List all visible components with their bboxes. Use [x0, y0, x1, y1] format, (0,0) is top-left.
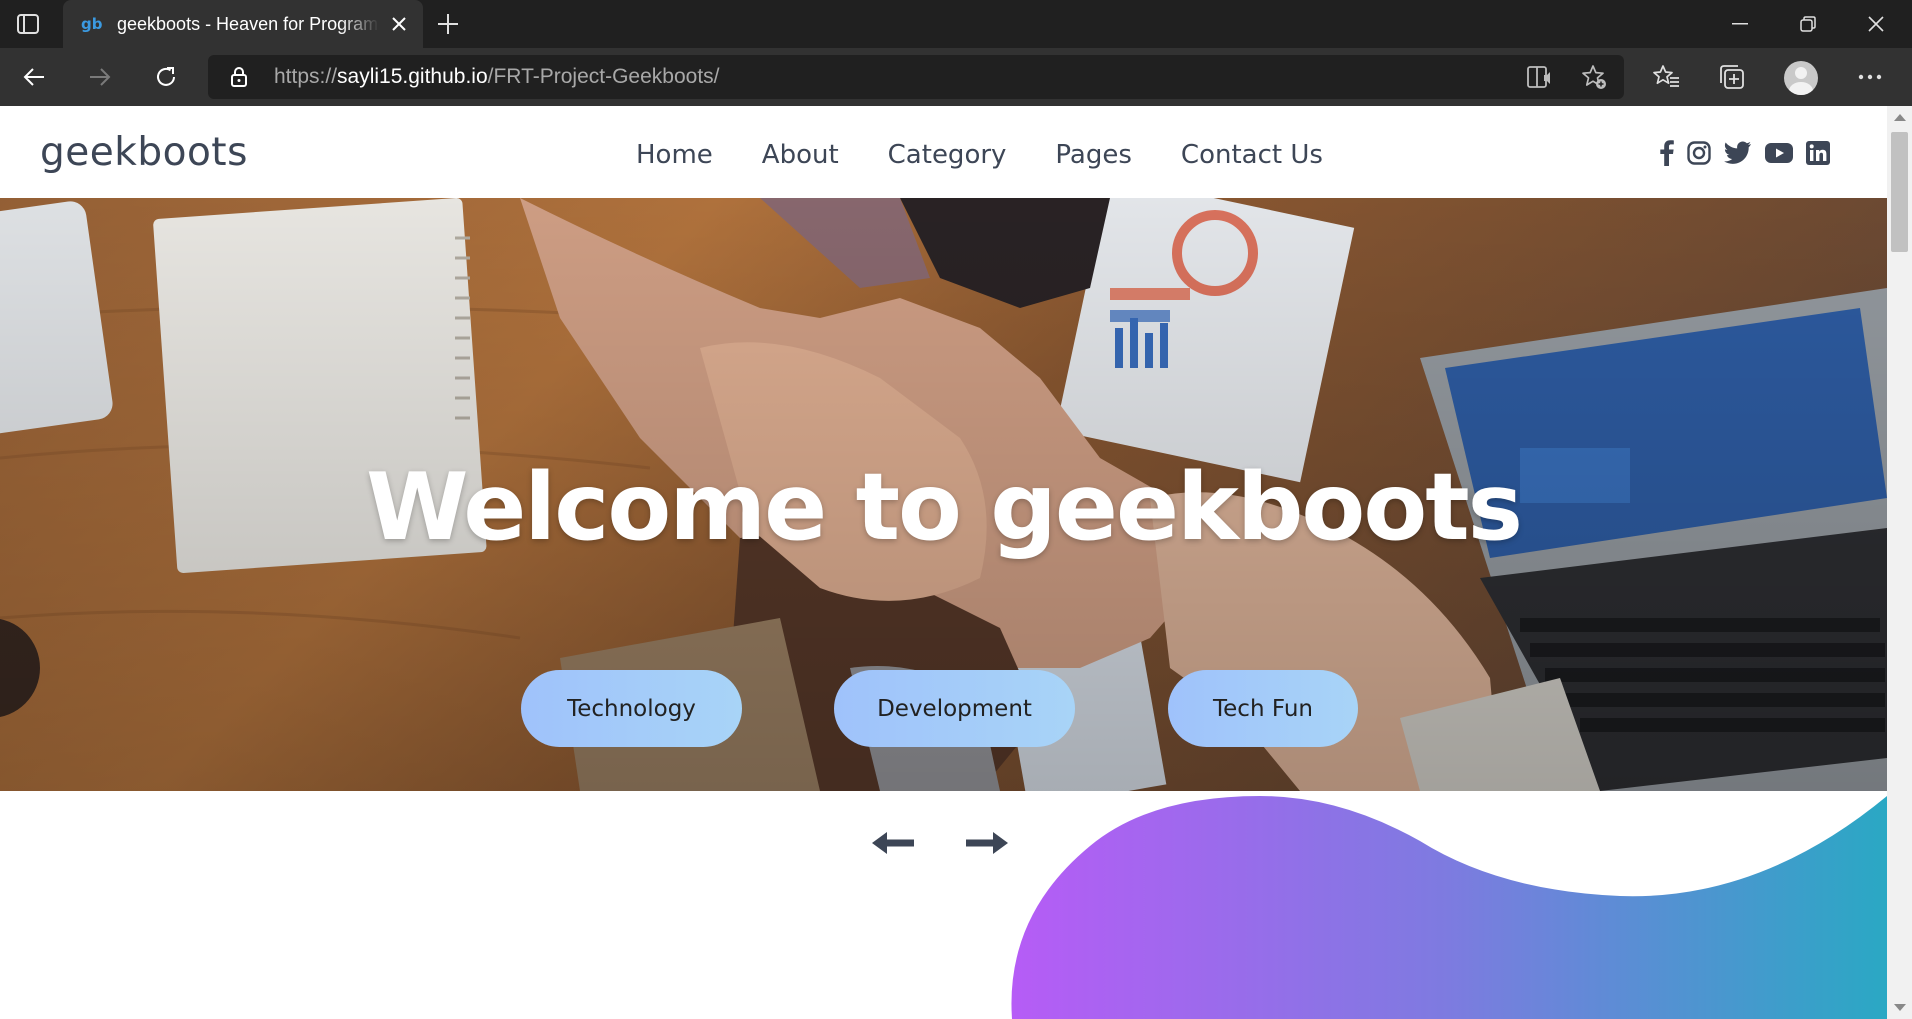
scroll-down-arrow-icon[interactable]	[1894, 1004, 1906, 1011]
main-nav: Home About Category Pages Contact Us	[636, 140, 1372, 170]
read-aloud-icon[interactable]	[1526, 64, 1554, 90]
url-host: sayli15.github.io	[337, 65, 488, 88]
forward-icon[interactable]	[80, 58, 120, 96]
url-scheme: https://	[274, 65, 338, 88]
nav-pages[interactable]: Pages	[1055, 140, 1132, 170]
url-path: /FRT-Project-Geekboots/	[487, 65, 720, 88]
profile-avatar[interactable]	[1784, 61, 1818, 95]
restore-icon[interactable]	[1774, 0, 1842, 48]
lock-icon[interactable]	[228, 66, 250, 88]
scroll-up-arrow-icon[interactable]	[1894, 114, 1906, 121]
nav-contact-us[interactable]: Contact Us	[1181, 140, 1323, 170]
scrollbar-thumb[interactable]	[1891, 132, 1908, 252]
facebook-icon[interactable]	[1660, 140, 1674, 166]
technology-button[interactable]: Technology	[521, 670, 742, 747]
more-icon[interactable]	[1850, 58, 1890, 96]
refresh-icon[interactable]	[146, 58, 186, 96]
nav-category[interactable]: Category	[888, 140, 1007, 170]
plus-icon[interactable]	[432, 10, 464, 38]
address-url[interactable]: https://sayli15.github.io/FRT-Project-Ge…	[274, 55, 720, 99]
decorative-wave-blob	[1011, 796, 1887, 1019]
close-window-icon[interactable]	[1842, 0, 1910, 48]
browser-titlebar: gb geekboots - Heaven for Programmers	[0, 0, 1912, 48]
hero-title: Welcome to geekboots	[365, 453, 1523, 561]
social-links	[1660, 140, 1843, 166]
minimize-icon[interactable]	[1706, 0, 1774, 48]
browser-tab-active[interactable]: gb geekboots - Heaven for Programmers	[63, 0, 423, 48]
favorites-icon[interactable]	[1646, 58, 1686, 96]
address-bar[interactable]: https://sayli15.github.io/FRT-Project-Ge…	[208, 55, 1624, 99]
nav-about[interactable]: About	[762, 140, 839, 170]
add-favorite-icon[interactable]	[1580, 64, 1608, 90]
back-icon[interactable]	[14, 58, 54, 96]
linkedin-icon[interactable]	[1806, 141, 1830, 165]
nav-home[interactable]: Home	[636, 140, 713, 170]
collections-icon[interactable]	[1712, 58, 1752, 96]
vertical-scrollbar[interactable]	[1887, 106, 1912, 1019]
carousel-prev-arrow-icon[interactable]	[868, 826, 918, 860]
site-logo[interactable]: geekboots	[40, 130, 248, 175]
tab-actions-icon[interactable]	[10, 10, 46, 38]
page-viewport: geekboots Home About Category Pages Cont…	[0, 106, 1887, 1019]
tab-title: geekboots - Heaven for Programmers	[117, 13, 379, 34]
tech-fun-button[interactable]: Tech Fun	[1168, 670, 1358, 747]
instagram-icon[interactable]	[1687, 141, 1711, 165]
twitter-icon[interactable]	[1724, 141, 1752, 165]
site-header: geekboots Home About Category Pages Cont…	[0, 106, 1887, 198]
development-button[interactable]: Development	[834, 670, 1075, 747]
browser-toolbar: https://sayli15.github.io/FRT-Project-Ge…	[0, 48, 1912, 106]
youtube-icon[interactable]	[1765, 143, 1793, 163]
close-icon[interactable]	[387, 12, 411, 36]
tab-favicon: gb	[81, 15, 103, 33]
hero-section: Welcome to geekboots Technology Developm…	[0, 198, 1887, 791]
